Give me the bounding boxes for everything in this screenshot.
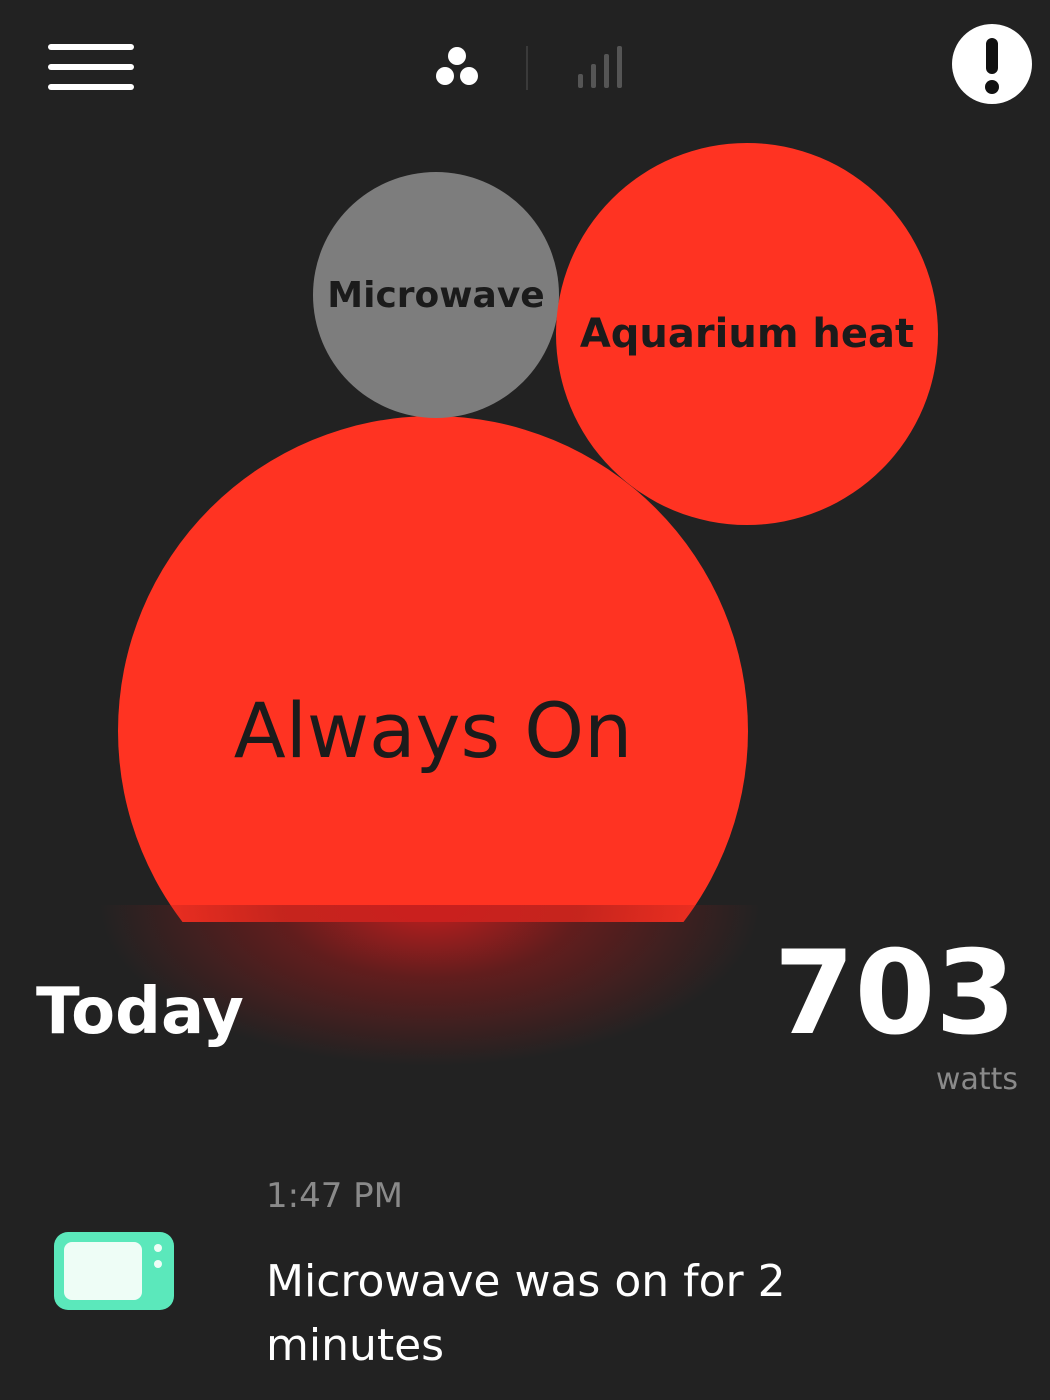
microwave-icon xyxy=(54,1232,174,1310)
power-unit: watts xyxy=(935,1062,1018,1097)
bubble-chart: Always On xyxy=(0,0,1050,922)
feed-message[interactable]: Microwave was on for 2 minutes xyxy=(266,1250,906,1378)
bubble-microwave[interactable]: Microwave xyxy=(313,172,559,418)
feed-timestamp: 1:47 PM xyxy=(266,1176,403,1216)
microwave-knob xyxy=(154,1260,162,1268)
power-value: 703 xyxy=(773,926,1016,1061)
microwave-knob xyxy=(154,1244,162,1252)
bubble-label: Aquarium heat xyxy=(579,311,915,357)
bubble-label: Microwave xyxy=(327,274,545,316)
bubble-label: Always On xyxy=(233,686,633,775)
period-label: Today xyxy=(36,975,244,1049)
bubble-aquarium-heat[interactable]: Aquarium heat xyxy=(556,143,938,525)
microwave-window xyxy=(64,1242,142,1300)
